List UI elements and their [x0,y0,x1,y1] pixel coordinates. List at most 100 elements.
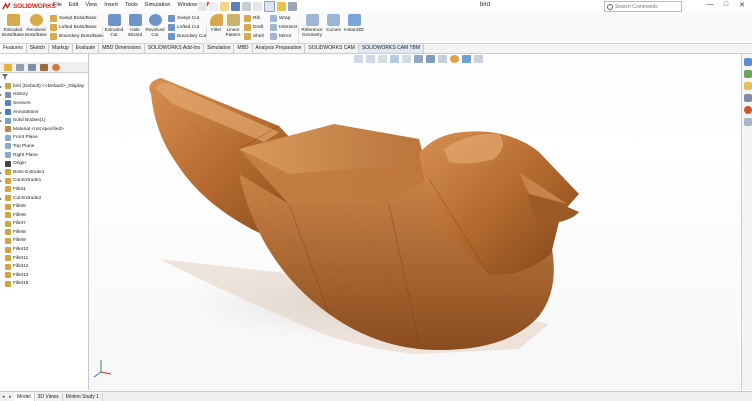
swept-cut-button[interactable]: Swept Cut [168,15,199,22]
bottom-tab-3d-views[interactable]: 3D Views [35,392,63,401]
zoom-to-fit-icon[interactable] [354,55,363,63]
tree-node[interactable]: Material <not specified> [0,125,88,134]
minimize-button[interactable]: — [702,1,718,9]
tab-sketch[interactable]: Sketch [27,44,50,53]
view-settings-icon[interactable] [474,55,483,63]
shell-button[interactable]: Shell [244,33,264,40]
instant3d-button[interactable]: Instant3D [343,14,365,32]
home-icon[interactable] [198,2,207,11]
fillet-button[interactable]: Fillet [208,14,224,32]
view-palette-icon[interactable] [743,94,752,102]
boundary-cut-button[interactable]: Boundary Cut [168,33,206,40]
extruded-cut-button[interactable]: Extruded Cut [104,14,124,37]
file-explorer-icon[interactable] [743,82,752,90]
bottom-tab-model[interactable]: Model [14,392,35,401]
hide-show-items-icon[interactable] [438,55,447,63]
tree-node[interactable]: Fillet5 [0,202,88,211]
custom-properties-icon[interactable] [743,118,752,126]
design-library-icon[interactable] [743,70,752,78]
tree-filter-icon[interactable] [2,74,86,80]
options-icon[interactable] [288,2,297,11]
curves-button[interactable]: Curves [325,14,342,32]
view-orientation-icon[interactable] [414,55,423,63]
tree-node[interactable]: Fillet6 [0,211,88,220]
tree-node[interactable]: Fillet1 [0,185,88,194]
tree-node[interactable]: Fillet8 [0,228,88,237]
tree-node[interactable]: ▸ Solid Bodies(1) [0,116,88,125]
menu-item-tools[interactable]: Tools [125,2,138,8]
feature-manager-tab-icon[interactable] [4,63,12,71]
intersect-button[interactable]: Intersect [270,24,297,31]
tab-solidworks-add-ins[interactable]: SOLIDWORKS Add-Ins [145,44,205,53]
tree-node[interactable]: ▸ Cut-Extrude1 [0,177,88,186]
solidworks-resources-icon[interactable] [743,58,752,66]
tree-node[interactable]: Fillet10 [0,245,88,254]
tab-markup[interactable]: Markup [49,44,73,53]
menu-item-window[interactable]: Window [177,2,197,8]
boundary-boss-button[interactable]: Boundary Boss/Base [50,33,104,40]
close-button[interactable]: ✕ [734,1,750,9]
rebuild-icon[interactable] [277,2,286,11]
tree-node[interactable]: ▸ Cut-Extrude2 [0,194,88,203]
new-document-icon[interactable] [209,2,218,11]
revolved-cut-button[interactable]: Revolved Cut [145,14,165,37]
tree-node[interactable]: Top Plane [0,142,88,151]
menu-item-edit[interactable]: Edit [69,2,78,8]
previous-view-icon[interactable] [378,55,387,63]
tree-node[interactable]: Fillet9 [0,237,88,246]
rib-button[interactable]: Rib [244,15,260,22]
tab-evaluate[interactable]: Evaluate [73,44,100,53]
lofted-boss-button[interactable]: Lofted Boss/Base [50,24,97,31]
menu-item-view[interactable]: View [85,2,97,8]
apply-scene-icon[interactable] [462,55,471,63]
save-icon[interactable] [231,2,240,11]
mirror-button[interactable]: Mirror [270,33,292,40]
solidworks-logo[interactable]: SOLIDWORKS [2,1,56,11]
property-manager-tab-icon[interactable] [16,63,24,71]
tree-node[interactable]: ▸ Boss-Extrude1 [0,168,88,177]
maximize-button[interactable]: □ [718,1,734,9]
dynamic-annotation-icon[interactable] [402,55,411,63]
tab-analysis-preparation[interactable]: Analysis Preparation [253,44,306,53]
undo-icon[interactable] [253,2,262,11]
tree-node[interactable]: Right Plane [0,151,88,160]
lofted-cut-button[interactable]: Lofted Cut [168,24,199,31]
tree-node[interactable]: Origin [0,159,88,168]
menu-item-simulation[interactable]: Simulation [145,2,171,8]
menu-item-insert[interactable]: Insert [104,2,118,8]
graphics-area[interactable] [89,54,740,390]
configuration-manager-tab-icon[interactable] [28,63,36,71]
select-icon[interactable] [264,1,275,12]
reference-geometry-button[interactable]: Reference Geometry [300,14,324,37]
tree-node[interactable]: Fillet15 [0,280,88,289]
wrap-button[interactable]: Wrap [270,15,290,22]
zoom-to-area-icon[interactable] [366,55,375,63]
tab-mbd-dimensions[interactable]: MBD Dimensions [99,44,145,53]
tab-solidworks-cam[interactable]: SOLIDWORKS CAM [305,44,359,53]
tree-node[interactable]: Fillet13 [0,271,88,280]
tab-solidworks-cam-tbm[interactable]: SOLIDWORKS CAM TBM [358,44,425,53]
section-view-icon[interactable] [390,55,399,63]
tab-mbd[interactable]: MBD [234,44,253,53]
tree-node[interactable]: Sensors [0,99,88,108]
tree-node[interactable]: ▸ Annotations [0,108,88,117]
extruded-boss-button[interactable]: Extruded Boss/Base [2,14,24,37]
display-style-icon[interactable] [426,55,435,63]
tree-node[interactable]: Fillet11 [0,254,88,263]
tree-node[interactable]: ▸ bird (Default) <<Default>_Display [0,82,88,91]
draft-button[interactable]: Draft [244,24,263,31]
linear-pattern-button[interactable]: Linear Pattern [224,14,242,37]
print-icon[interactable] [242,2,251,11]
dimxpert-tab-icon[interactable] [40,63,48,71]
tree-node[interactable]: Fillet7 [0,220,88,229]
tree-node[interactable]: Fillet12 [0,262,88,271]
appearances-scenes-icon[interactable] [743,106,752,114]
edit-appearance-icon[interactable] [450,55,459,63]
menu-item-file[interactable]: File [53,2,62,8]
hole-wizard-button[interactable]: Hole Wizard [125,14,145,37]
model-viewport[interactable] [89,54,740,390]
tree-node[interactable]: ▸ History [0,91,88,100]
display-manager-tab-icon[interactable] [52,63,60,71]
open-icon[interactable] [220,2,229,11]
swept-boss-button[interactable]: Swept Boss/Base [50,15,97,22]
